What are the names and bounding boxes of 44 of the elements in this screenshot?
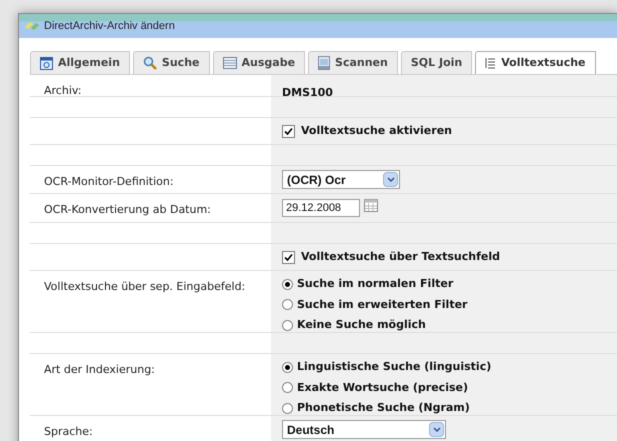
app-logo-icon — [24, 21, 40, 31]
radio-label: Keine Suche möglich — [297, 317, 426, 333]
field-label: OCR-Monitor-Definition: — [44, 175, 174, 188]
radio-button[interactable] — [282, 382, 293, 394]
radio-button[interactable] — [282, 299, 293, 310]
checkbox[interactable] — [282, 124, 295, 138]
checkbox[interactable] — [282, 250, 295, 264]
radio-label: Linguistische Suche (linguistic) — [297, 359, 492, 375]
scanner-icon — [318, 56, 330, 70]
radio-button[interactable] — [282, 362, 293, 373]
dropdown-button[interactable] — [429, 422, 444, 437]
field-label: Art der Indexierung: — [44, 363, 155, 376]
select-field[interactable]: (OCR) Ocr — [282, 170, 400, 189]
radio-label: Exakte Wortsuche (precise) — [297, 380, 468, 396]
select-field[interactable]: Deutsch — [282, 420, 446, 439]
field-value: DMS100 — [282, 86, 333, 99]
radio-button[interactable] — [282, 402, 293, 414]
tab[interactable]: Scannen — [308, 51, 398, 74]
tab[interactable]: Volltextsuche — [475, 51, 596, 74]
field-label: OCR-Konvertierung ab Datum: — [44, 203, 211, 216]
radio-label: Suche im normalen Filter — [297, 276, 454, 292]
radio-label: Suche im erweiterten Filter — [297, 296, 468, 312]
caret-icon — [386, 177, 394, 182]
field-label: Sprache: — [44, 425, 93, 438]
tab[interactable]: Ausgabe — [212, 51, 306, 74]
field-label: Volltextsuche über sep. Eingabefeld: — [44, 280, 246, 293]
dropdown-button[interactable] — [383, 172, 398, 187]
field-label: Archiv: — [44, 84, 82, 97]
table-icon — [222, 57, 236, 69]
window-title: DirectArchiv-Archiv ändern — [44, 18, 175, 34]
calendar-icon[interactable] — [364, 199, 378, 212]
tab[interactable]: Suche — [132, 51, 210, 74]
radio-button[interactable] — [282, 320, 293, 331]
window-icon — [40, 56, 53, 70]
list-icon — [485, 57, 496, 69]
checkbox-label: Volltextsuche über Textsuchfeld — [301, 248, 500, 265]
tab[interactable]: Allgemein — [30, 51, 130, 74]
search-icon — [142, 56, 157, 70]
tab[interactable]: SQL Join — [400, 51, 472, 74]
date-field[interactable]: 29.12.2008 — [282, 199, 360, 217]
checkbox-label: Volltextsuche aktivieren — [301, 122, 452, 139]
radio-label: Phonetische Suche (Ngram) — [297, 400, 470, 416]
caret-icon — [432, 427, 440, 432]
radio-button[interactable] — [282, 278, 293, 290]
